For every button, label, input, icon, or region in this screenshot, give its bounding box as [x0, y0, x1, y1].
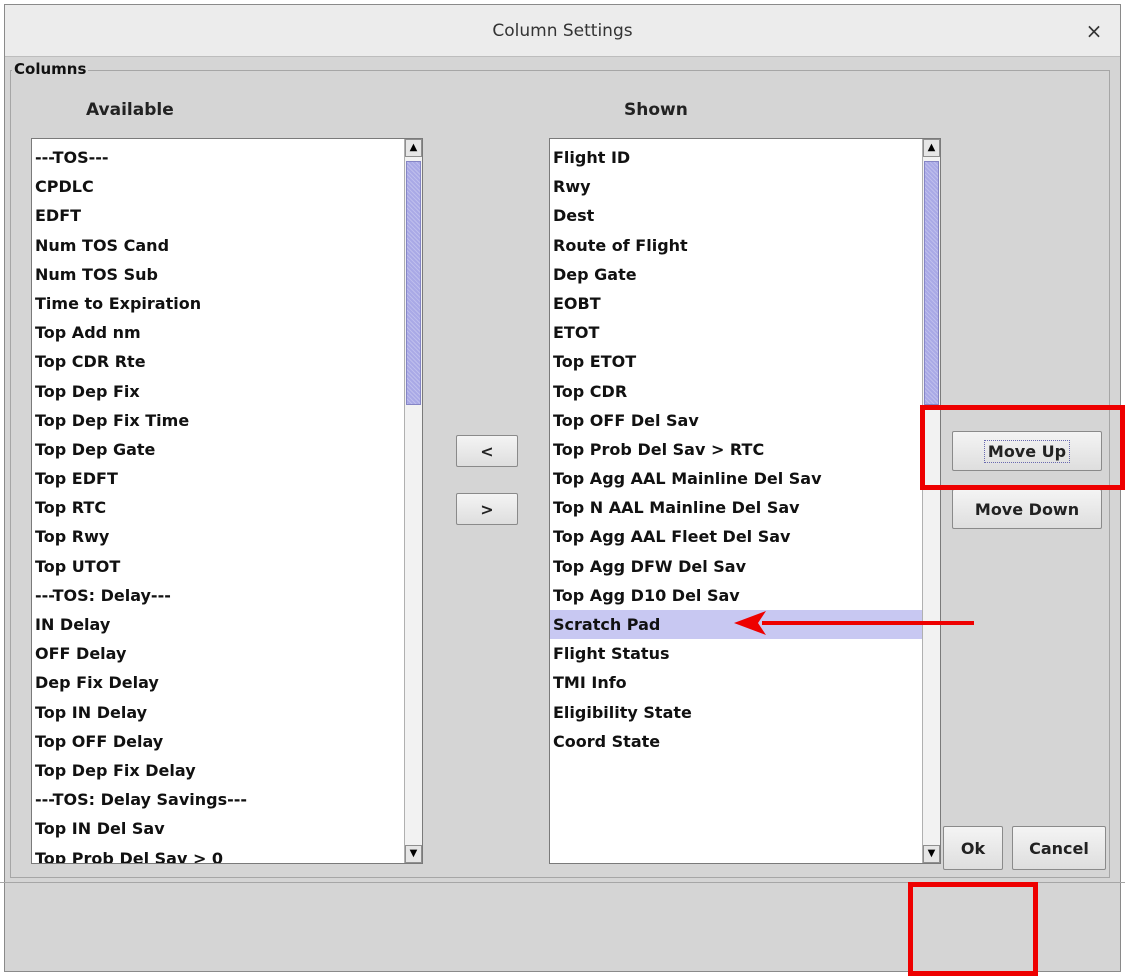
shown-list-item[interactable]: Route of Flight: [550, 231, 922, 260]
remove-column-button[interactable]: <: [456, 435, 518, 467]
shown-list-item[interactable]: Top Agg AAL Mainline Del Sav: [550, 464, 922, 493]
shown-list-item[interactable]: ETOT: [550, 318, 922, 347]
shown-list-item[interactable]: Top Prob Del Sav > RTC: [550, 435, 922, 464]
cancel-label: Cancel: [1029, 838, 1089, 858]
close-icon[interactable]: ×: [1082, 19, 1106, 43]
shown-list-item[interactable]: Top Agg D10 Del Sav: [550, 581, 922, 610]
shown-list-item[interactable]: Top ETOT: [550, 347, 922, 376]
available-list-item[interactable]: Top Dep Fix Delay: [32, 756, 404, 785]
remove-column-label: <: [480, 441, 494, 461]
shown-list-item[interactable]: TMI Info: [550, 668, 922, 697]
shown-list-item[interactable]: Flight ID: [550, 143, 922, 172]
shown-list-item[interactable]: Top Agg DFW Del Sav: [550, 552, 922, 581]
shown-list-item[interactable]: Top CDR: [550, 377, 922, 406]
available-list-item[interactable]: Top RTC: [32, 493, 404, 522]
cancel-button[interactable]: Cancel: [1012, 826, 1106, 870]
available-list-item[interactable]: Time to Expiration: [32, 289, 404, 318]
move-up-button[interactable]: Move Up: [952, 431, 1102, 471]
dialog-title: Column Settings: [492, 21, 633, 41]
scroll-thumb[interactable]: [406, 161, 421, 405]
available-list-item[interactable]: Top IN Delay: [32, 698, 404, 727]
shown-list-item[interactable]: Top N AAL Mainline Del Sav: [550, 493, 922, 522]
available-scrollbar[interactable]: ▲ ▼: [404, 139, 422, 863]
scroll-thumb[interactable]: [924, 161, 939, 405]
available-list-item[interactable]: OFF Delay: [32, 639, 404, 668]
move-down-button[interactable]: Move Down: [952, 489, 1102, 529]
available-list-item[interactable]: Top CDR Rte: [32, 347, 404, 376]
available-list-item[interactable]: Num TOS Cand: [32, 231, 404, 260]
available-items: ---TOS--- CPDLC EDFT Num TOS Cand Num TOS Su…: [32, 143, 404, 864]
available-header: Available: [86, 100, 174, 120]
move-up-label: Move Up: [983, 439, 1071, 463]
available-list-item[interactable]: Top Rwy: [32, 522, 404, 551]
move-down-label: Move Down: [974, 499, 1080, 519]
footer-separator: [0, 882, 1125, 883]
shown-list-item[interactable]: EOBT: [550, 289, 922, 318]
shown-list-item[interactable]: Flight Status: [550, 639, 922, 668]
available-list-item[interactable]: ---TOS: Delay Savings---: [32, 785, 404, 814]
available-list-item[interactable]: Top Dep Fix Time: [32, 406, 404, 435]
shown-list-item[interactable]: Dest: [550, 201, 922, 230]
scroll-down-arrow-icon[interactable]: ▼: [923, 845, 940, 863]
scroll-up-arrow-icon[interactable]: ▲: [405, 139, 422, 157]
available-list-item[interactable]: ---TOS---: [32, 143, 404, 172]
shown-items: Flight ID Rwy Dest Route of Flight Dep Gate E…: [550, 143, 922, 756]
available-list-item[interactable]: Top OFF Delay: [32, 727, 404, 756]
shown-list-item[interactable]: Rwy: [550, 172, 922, 201]
add-column-label: >: [480, 499, 494, 519]
available-list-item[interactable]: EDFT: [32, 201, 404, 230]
shown-list-item[interactable]: Coord State: [550, 727, 922, 756]
available-list-item[interactable]: Top Dep Gate: [32, 435, 404, 464]
available-list-item[interactable]: Top IN Del Sav: [32, 814, 404, 843]
available-list-item[interactable]: Num TOS Sub: [32, 260, 404, 289]
title-bar: Column Settings ×: [5, 5, 1120, 57]
available-list-item[interactable]: CPDLC: [32, 172, 404, 201]
shown-scrollbar[interactable]: ▲ ▼: [922, 139, 940, 863]
ok-button[interactable]: Ok: [943, 826, 1003, 870]
available-list-item[interactable]: ---TOS: Delay---: [32, 581, 404, 610]
shown-list-item[interactable]: Top Agg AAL Fleet Del Sav: [550, 522, 922, 551]
available-list-item[interactable]: Top UTOT: [32, 552, 404, 581]
available-list[interactable]: ---TOS--- CPDLC EDFT Num TOS Cand Num TOS Su…: [31, 138, 423, 864]
available-list-item[interactable]: Top Add nm: [32, 318, 404, 347]
ok-label: Ok: [960, 838, 986, 858]
add-column-button[interactable]: >: [456, 493, 518, 525]
scroll-down-arrow-icon[interactable]: ▼: [405, 845, 422, 863]
columns-group-label: Columns: [12, 60, 89, 78]
shown-list-item[interactable]: Dep Gate: [550, 260, 922, 289]
shown-list[interactable]: Flight ID Rwy Dest Route of Flight Dep Gate E…: [549, 138, 941, 864]
available-list-item[interactable]: IN Delay: [32, 610, 404, 639]
red-arrow-icon: [734, 611, 974, 635]
available-list-item[interactable]: Top Dep Fix: [32, 377, 404, 406]
shown-list-item[interactable]: Eligibility State: [550, 698, 922, 727]
scroll-up-arrow-icon[interactable]: ▲: [923, 139, 940, 157]
available-list-item[interactable]: Dep Fix Delay: [32, 668, 404, 697]
available-list-item[interactable]: Top EDFT: [32, 464, 404, 493]
available-list-item[interactable]: Top Prob Del Sav > 0: [32, 844, 404, 864]
shown-header: Shown: [624, 100, 688, 120]
shown-list-item[interactable]: Top OFF Del Sav: [550, 406, 922, 435]
